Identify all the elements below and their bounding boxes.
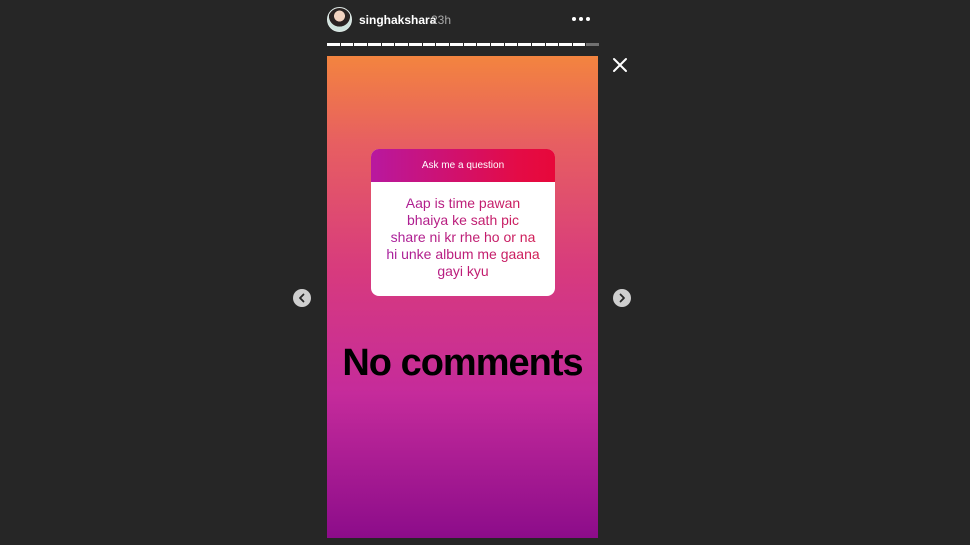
story-caption: No comments — [342, 342, 583, 384]
next-story-button[interactable] — [613, 289, 631, 307]
progress-segment — [463, 43, 477, 46]
username[interactable]: singhakshara — [359, 13, 436, 27]
progress-segment — [572, 43, 586, 46]
progress-segment — [340, 43, 354, 46]
progress-segment — [531, 43, 545, 46]
progress-segment — [504, 43, 518, 46]
progress-segment — [381, 43, 395, 46]
chevron-left-icon — [299, 293, 305, 303]
question-sticker-answer: Aap is time pawan bhaiya ke sath pic sha… — [371, 182, 555, 280]
previous-story-button[interactable] — [293, 289, 311, 307]
progress-segment — [449, 43, 463, 46]
progress-segment — [367, 43, 381, 46]
question-sticker-title: Ask me a question — [371, 149, 555, 182]
more-dots-icon[interactable] — [571, 8, 591, 30]
timestamp: 23h — [431, 13, 452, 27]
progress-segment — [408, 43, 422, 46]
progress-segment — [518, 43, 531, 46]
story-frame[interactable]: Ask me a question Aap is time pawan bhai… — [327, 56, 598, 538]
progress-segment — [436, 43, 449, 46]
progress-segment — [490, 43, 504, 46]
progress-segment — [422, 43, 436, 46]
progress-segment — [559, 43, 572, 46]
progress-segment — [395, 43, 408, 46]
story-header: singhakshara 23h — [327, 6, 599, 36]
chevron-right-icon — [619, 293, 625, 303]
question-sticker: Ask me a question Aap is time pawan bhai… — [371, 149, 555, 296]
progress-segment — [545, 43, 559, 46]
progress-segment — [354, 43, 367, 46]
avatar[interactable] — [327, 7, 352, 32]
story-progress-bar — [327, 43, 600, 46]
progress-segment — [586, 43, 600, 46]
progress-segment — [477, 43, 490, 46]
close-icon[interactable] — [612, 57, 628, 73]
progress-segment — [327, 43, 340, 46]
